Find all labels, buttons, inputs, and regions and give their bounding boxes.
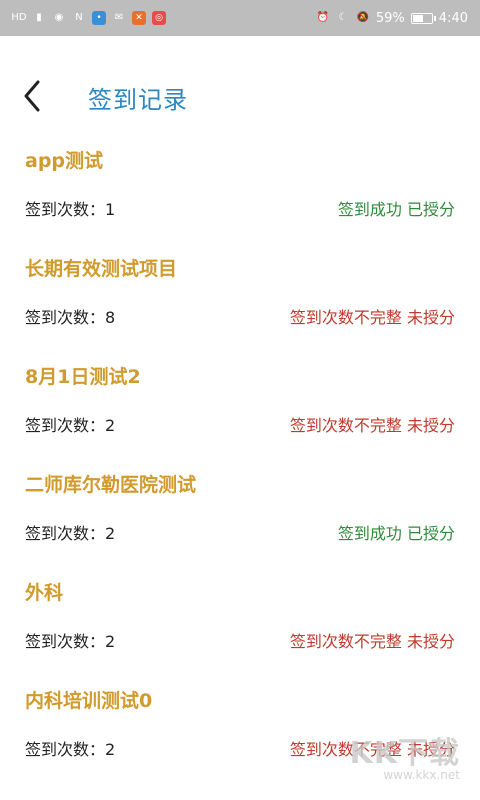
record-count-value: 2 [105, 524, 116, 543]
record-status: 签到次数不完整 未授分 [289, 308, 455, 327]
watermark-logo: KK下载 [349, 736, 460, 771]
record-item[interactable]: 外科签到次数：2 签到次数不完整 未授分 [0, 570, 480, 678]
record-count-value: 2 [105, 632, 116, 651]
record-row: 签到次数：1 签到成功 已授分 [25, 196, 455, 220]
battery-icon [410, 12, 436, 24]
record-status: 签到次数不完整 未授分 [289, 416, 455, 435]
mute-icon: 🔕 [356, 12, 370, 23]
record-count-label: 签到次数： [25, 740, 106, 759]
record-count-label: 签到次数： [25, 200, 106, 219]
record-count: 签到次数：2 [25, 628, 115, 652]
record-count: 签到次数：1 [25, 196, 115, 220]
chevron-left-icon [24, 80, 40, 112]
record-count-value: 2 [105, 416, 116, 435]
app-blue-icon: • [92, 11, 106, 25]
page-title: 签到记录 [88, 86, 188, 114]
record-item[interactable]: 长期有效测试项目 签到次数：8 签到次数不完整 未授分 [0, 246, 480, 354]
record-count-label: 签到次数： [25, 632, 106, 651]
status-time: 4:40 [438, 10, 468, 26]
record-status: 签到成功 已授分 [337, 200, 455, 219]
record-list: app测试 签到次数：1 签到成功 已授分 长期有效测试项目 签到次数：8 签到次数不完整… [0, 138, 480, 786]
record-item[interactable]: 二师库尔勒医院测试 签到次数：2 签到成功 已授分 [0, 462, 480, 570]
record-name: 长期有效测试项目 [25, 258, 178, 280]
watermark: KK下载 www.kkx.net [350, 728, 461, 782]
record-name: 内科培训测试0 [25, 690, 153, 712]
app-red-icon: ◎ [152, 11, 166, 25]
record-count-label: 签到次数： [25, 524, 106, 543]
hd-icon: HD [11, 12, 27, 23]
back-button[interactable] [18, 78, 50, 114]
status-bar: HD ▮ ◉ N • ✉ ✕ ◎ ⏰ ☾ 🔕 59% 4:40 [0, 0, 480, 36]
record-row: 签到次数：2 签到成功 已授分 [25, 520, 455, 544]
signal-icon: ▮ [36, 12, 42, 23]
eye-icon: ◉ [54, 12, 64, 23]
wechat-icon: ✉ [114, 12, 124, 23]
record-name: 8月1日测试2 [25, 366, 141, 388]
battery-percent: 59% [375, 10, 405, 26]
page-header: 签到记录 [0, 60, 480, 130]
record-name: app测试 [25, 150, 104, 172]
record-item[interactable]: app测试签到次数：1 签到成功 已授分 [0, 138, 480, 246]
record-status: 签到次数不完整 未授分 [289, 632, 455, 651]
record-count-label: 签到次数： [25, 416, 106, 435]
record-name: 外科 [25, 582, 64, 604]
record-count: 签到次数：8 [25, 304, 115, 328]
record-count: 签到次数：2 [25, 412, 115, 436]
app-orange-icon: ✕ [132, 11, 146, 25]
record-count-label: 签到次数： [25, 308, 106, 327]
moon-icon: ☾ [338, 12, 348, 23]
record-item[interactable]: 8月1日测试2 签到次数：2 签到次数不完整 未授分 [0, 354, 480, 462]
record-row: 签到次数：2 签到次数不完整 未授分 [25, 412, 455, 436]
record-status: 签到成功 已授分 [337, 524, 455, 543]
record-name: 二师库尔勒医院测试 [25, 474, 197, 496]
nfc-icon: N [75, 12, 83, 23]
record-count-value: 2 [105, 740, 116, 759]
status-bar-right: ⏰ ☾ 🔕 59% 4:40 [316, 11, 468, 26]
record-row: 签到次数：8 签到次数不完整 未授分 [25, 304, 455, 328]
record-count: 签到次数：2 [25, 520, 115, 544]
record-count-value: 1 [105, 200, 116, 219]
status-bar-left: HD ▮ ◉ N • ✉ ✕ ◎ [11, 11, 166, 25]
alarm-icon: ⏰ [316, 12, 330, 23]
record-count: 签到次数：2 [25, 736, 115, 760]
record-count-value: 8 [105, 308, 116, 327]
record-row: 签到次数：2 签到次数不完整 未授分 [25, 628, 455, 652]
